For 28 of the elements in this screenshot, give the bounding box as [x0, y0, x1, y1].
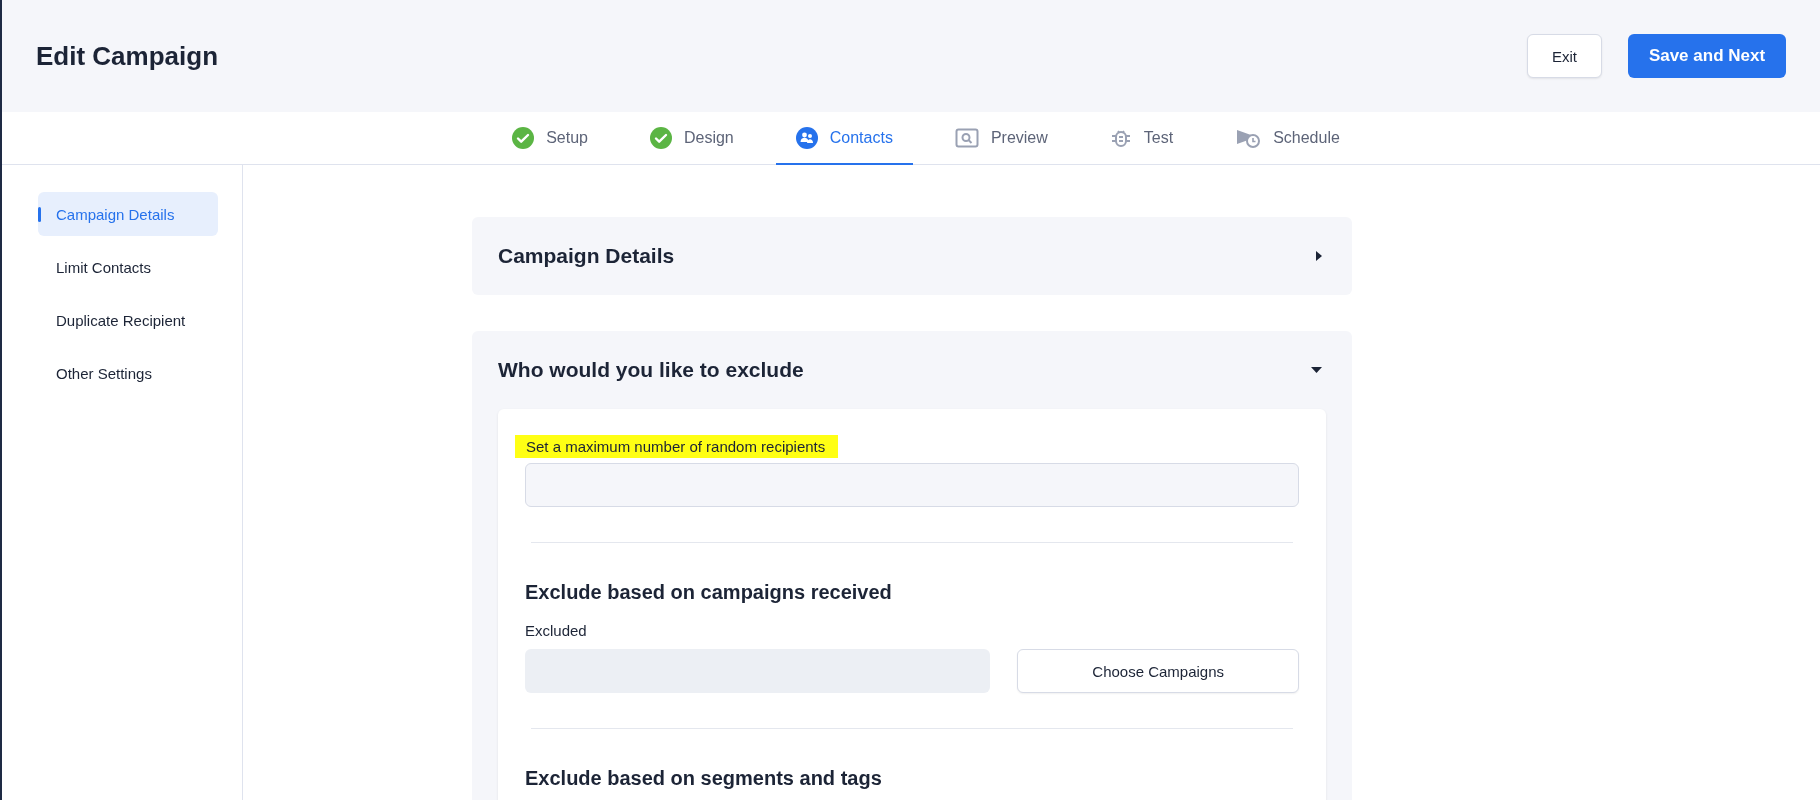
check-circle-icon [649, 126, 672, 149]
sidebar-item[interactable]: Limit Contacts [38, 245, 218, 289]
sidebar-item[interactable]: Campaign Details [38, 192, 218, 236]
caret-down-icon [1311, 367, 1322, 373]
field-label: Excluded [525, 622, 588, 639]
save-next-button[interactable]: Save and Next [1628, 34, 1786, 78]
active-indicator [38, 207, 41, 222]
choose-campaigns-button[interactable]: Choose Campaigns [1017, 649, 1299, 693]
step-tab[interactable]: Preview [934, 112, 1068, 165]
preview-icon [954, 127, 979, 148]
accordion-header[interactable]: Who would you like to exclude [472, 331, 1352, 409]
step-tab[interactable]: Setup [492, 112, 608, 165]
step-tab[interactable]: Contacts [775, 112, 913, 165]
step-tab[interactable]: Test [1089, 112, 1194, 165]
page-title: Edit Campaign [36, 40, 218, 72]
field-label: Set a maximum number of random recipients [515, 435, 839, 458]
exit-button[interactable]: Exit [1527, 34, 1602, 78]
section-heading: Exclude based on campaigns received [525, 581, 893, 604]
section-heading: Exclude based on segments and tags [525, 767, 883, 790]
input-field[interactable] [525, 463, 1299, 507]
step-tab[interactable]: Schedule [1215, 112, 1360, 165]
accordion-header[interactable]: Campaign Details [472, 217, 1352, 295]
people-icon [795, 126, 818, 149]
sidebar-item[interactable]: Duplicate Recipient [38, 298, 218, 342]
caret-right-icon [1316, 251, 1322, 261]
sidebar-item[interactable]: Other Settings [38, 351, 218, 395]
check-circle-icon [512, 126, 535, 149]
step-tab[interactable]: Design [629, 112, 754, 165]
